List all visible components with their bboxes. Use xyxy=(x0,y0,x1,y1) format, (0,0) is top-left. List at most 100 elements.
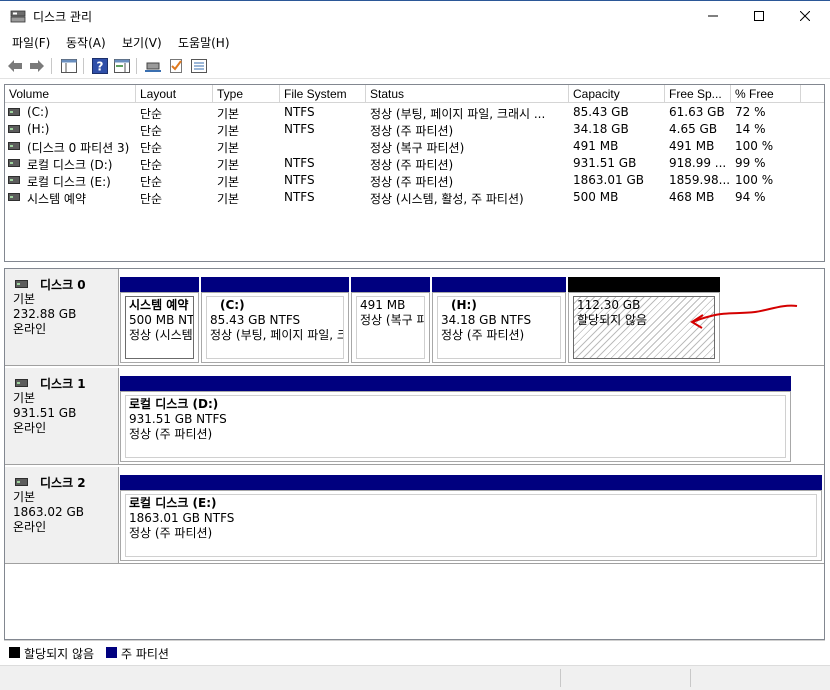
column-header-status[interactable]: Status xyxy=(366,85,569,103)
disk-info-2[interactable]: 디스크 2 기본 1863.02 GB 온라인 xyxy=(5,467,119,563)
cell-status: 정상 (주 파티션) xyxy=(370,158,454,172)
partition-recovery[interactable]: 491 MB 정상 (복구 파티션) xyxy=(351,277,430,363)
partition-size: 34.18 GB NTFS xyxy=(441,313,532,327)
cell-type: 기본 xyxy=(217,175,240,189)
volume-list[interactable]: Volume Layout Type File System Status Ca… xyxy=(4,84,825,262)
forward-arrow-icon xyxy=(30,60,44,72)
column-header-type[interactable]: Type xyxy=(213,85,280,103)
cell-file-system: NTFS xyxy=(284,105,315,119)
partition-system-reserved[interactable]: 시스템 예약 500 MB NTFS 정상 (시스템, 활성, 주 파티션) xyxy=(120,277,199,363)
column-header-file-system[interactable]: File System xyxy=(280,85,366,103)
action-pane-button[interactable] xyxy=(113,57,131,75)
partition-title: (H:) xyxy=(451,298,477,312)
disk-management-icon xyxy=(10,10,26,23)
menu-action[interactable]: 동작(A) xyxy=(66,34,106,51)
toolbar: ? xyxy=(0,53,830,79)
column-header-volume[interactable]: Volume xyxy=(5,85,136,103)
menu-view[interactable]: 보기(V) xyxy=(122,34,162,51)
close-button[interactable] xyxy=(782,1,828,31)
partition-e[interactable]: 로컬 디스크 (E:) 1863.01 GB NTFS 정상 (주 파티션) xyxy=(120,475,822,561)
partition-size: 500 MB NTFS xyxy=(129,313,194,327)
close-icon xyxy=(800,11,810,21)
forward-button[interactable] xyxy=(28,57,46,75)
legend-swatch-primary xyxy=(106,647,117,658)
cell-capacity: 85.43 GB xyxy=(573,105,629,119)
partition-title: 시스템 예약 xyxy=(129,298,189,312)
column-header-layout[interactable]: Layout xyxy=(136,85,213,103)
console-tree-icon xyxy=(61,59,77,73)
maximize-button[interactable] xyxy=(736,1,782,31)
table-row[interactable]: (H:) 단순 기본 NTFS 정상 (주 파티션) 34.18 GB 4.65… xyxy=(5,121,824,138)
disk-info-0[interactable]: 디스크 0 기본 232.88 GB 온라인 xyxy=(5,269,119,365)
drive-icon xyxy=(8,176,20,184)
connect-button[interactable] xyxy=(144,57,162,75)
partition-status: 정상 (복구 파티션) xyxy=(360,313,424,327)
cell-volume: 시스템 예약 xyxy=(27,192,87,206)
disk-info-1[interactable]: 디스크 1 기본 931.51 GB 온라인 xyxy=(5,368,119,464)
cell-type: 기본 xyxy=(217,107,240,121)
status-bar-divider xyxy=(560,669,561,687)
table-row[interactable]: (디스크 0 파티션 3) 단순 기본 정상 (복구 파티션) 491 MB 4… xyxy=(5,138,824,155)
column-header-capacity[interactable]: Capacity xyxy=(569,85,665,103)
window-title: 디스크 관리 xyxy=(33,10,93,24)
disk-size: 931.51 GB xyxy=(13,406,77,420)
drive-icon xyxy=(8,125,20,133)
table-row[interactable]: 로컬 디스크 (D:) 단순 기본 NTFS 정상 (주 파티션) 931.51… xyxy=(5,155,824,172)
cell-free-space: 918.99 ... xyxy=(669,156,727,170)
column-header-percent-free[interactable]: % Free xyxy=(731,85,801,103)
partition-title: 로컬 디스크 (E:) xyxy=(129,496,217,510)
cell-percent-free: 99 % xyxy=(735,156,766,170)
drive-icon xyxy=(8,142,20,150)
table-row[interactable]: (C:) 단순 기본 NTFS 정상 (부팅, 페이지 파일, 크래시 ... … xyxy=(5,104,824,121)
cell-type: 기본 xyxy=(217,141,240,155)
list-view-button[interactable] xyxy=(190,57,208,75)
partition-d[interactable]: 로컬 디스크 (D:) 931.51 GB NTFS 정상 (주 파티션) xyxy=(120,376,791,462)
cell-layout: 단순 xyxy=(140,107,163,121)
drive-icon xyxy=(8,159,20,167)
cell-capacity: 1863.01 GB xyxy=(573,173,644,187)
disk-type: 기본 xyxy=(13,292,36,306)
status-bar xyxy=(0,665,830,690)
cell-layout: 단순 xyxy=(140,175,163,189)
back-button[interactable] xyxy=(6,57,24,75)
cell-layout: 단순 xyxy=(140,158,163,172)
cell-free-space: 4.65 GB xyxy=(669,122,718,136)
partition-size: 85.43 GB NTFS xyxy=(210,313,301,327)
toolbar-separator xyxy=(136,58,137,74)
cell-capacity: 931.51 GB xyxy=(573,156,637,170)
back-arrow-icon xyxy=(8,60,22,72)
console-tree-button[interactable] xyxy=(60,57,78,75)
cell-capacity: 500 MB xyxy=(573,190,619,204)
partition-size: 1863.01 GB NTFS xyxy=(129,511,235,525)
cell-volume: (디스크 0 파티션 3) xyxy=(27,141,130,155)
menu-file[interactable]: 파일(F) xyxy=(12,34,50,51)
cell-type: 기본 xyxy=(217,158,240,172)
partition-color-bar xyxy=(432,277,566,292)
help-button[interactable]: ? xyxy=(91,57,109,75)
table-row[interactable]: 로컬 디스크 (E:) 단순 기본 NTFS 정상 (주 파티션) 1863.0… xyxy=(5,172,824,189)
disk-name: 디스크 1 xyxy=(40,376,86,391)
cell-layout: 단순 xyxy=(140,192,163,206)
cell-percent-free: 94 % xyxy=(735,190,766,204)
partition-status: 정상 (주 파티션) xyxy=(129,427,213,441)
disk-size: 1863.02 GB xyxy=(13,505,84,519)
minimize-button[interactable] xyxy=(690,1,736,31)
disk-icon xyxy=(15,379,28,387)
properties-button[interactable] xyxy=(167,57,185,75)
partition-c[interactable]: (C:) 85.43 GB NTFS 정상 (부팅, 페이지 파일, 크래시 덤… xyxy=(201,277,349,363)
partition-color-bar xyxy=(120,277,199,292)
menu-help[interactable]: 도움말(H) xyxy=(178,34,230,51)
cell-percent-free: 100 % xyxy=(735,173,774,187)
status-bar-divider xyxy=(690,669,691,687)
cell-type: 기본 xyxy=(217,124,240,138)
disk-state: 온라인 xyxy=(13,520,47,534)
partition-color-bar xyxy=(568,277,720,292)
cell-status: 정상 (주 파티션) xyxy=(370,124,454,138)
volume-list-header: Volume Layout Type File System Status Ca… xyxy=(5,85,824,103)
table-row[interactable]: 시스템 예약 단순 기본 NTFS 정상 (시스템, 활성, 주 파티션) 50… xyxy=(5,189,824,206)
cell-layout: 단순 xyxy=(140,124,163,138)
column-header-free-space[interactable]: Free Sp... xyxy=(665,85,731,103)
toolbar-separator xyxy=(51,58,52,74)
partition-h[interactable]: (H:) 34.18 GB NTFS 정상 (주 파티션) xyxy=(432,277,566,363)
annotation-arrow xyxy=(690,304,798,329)
